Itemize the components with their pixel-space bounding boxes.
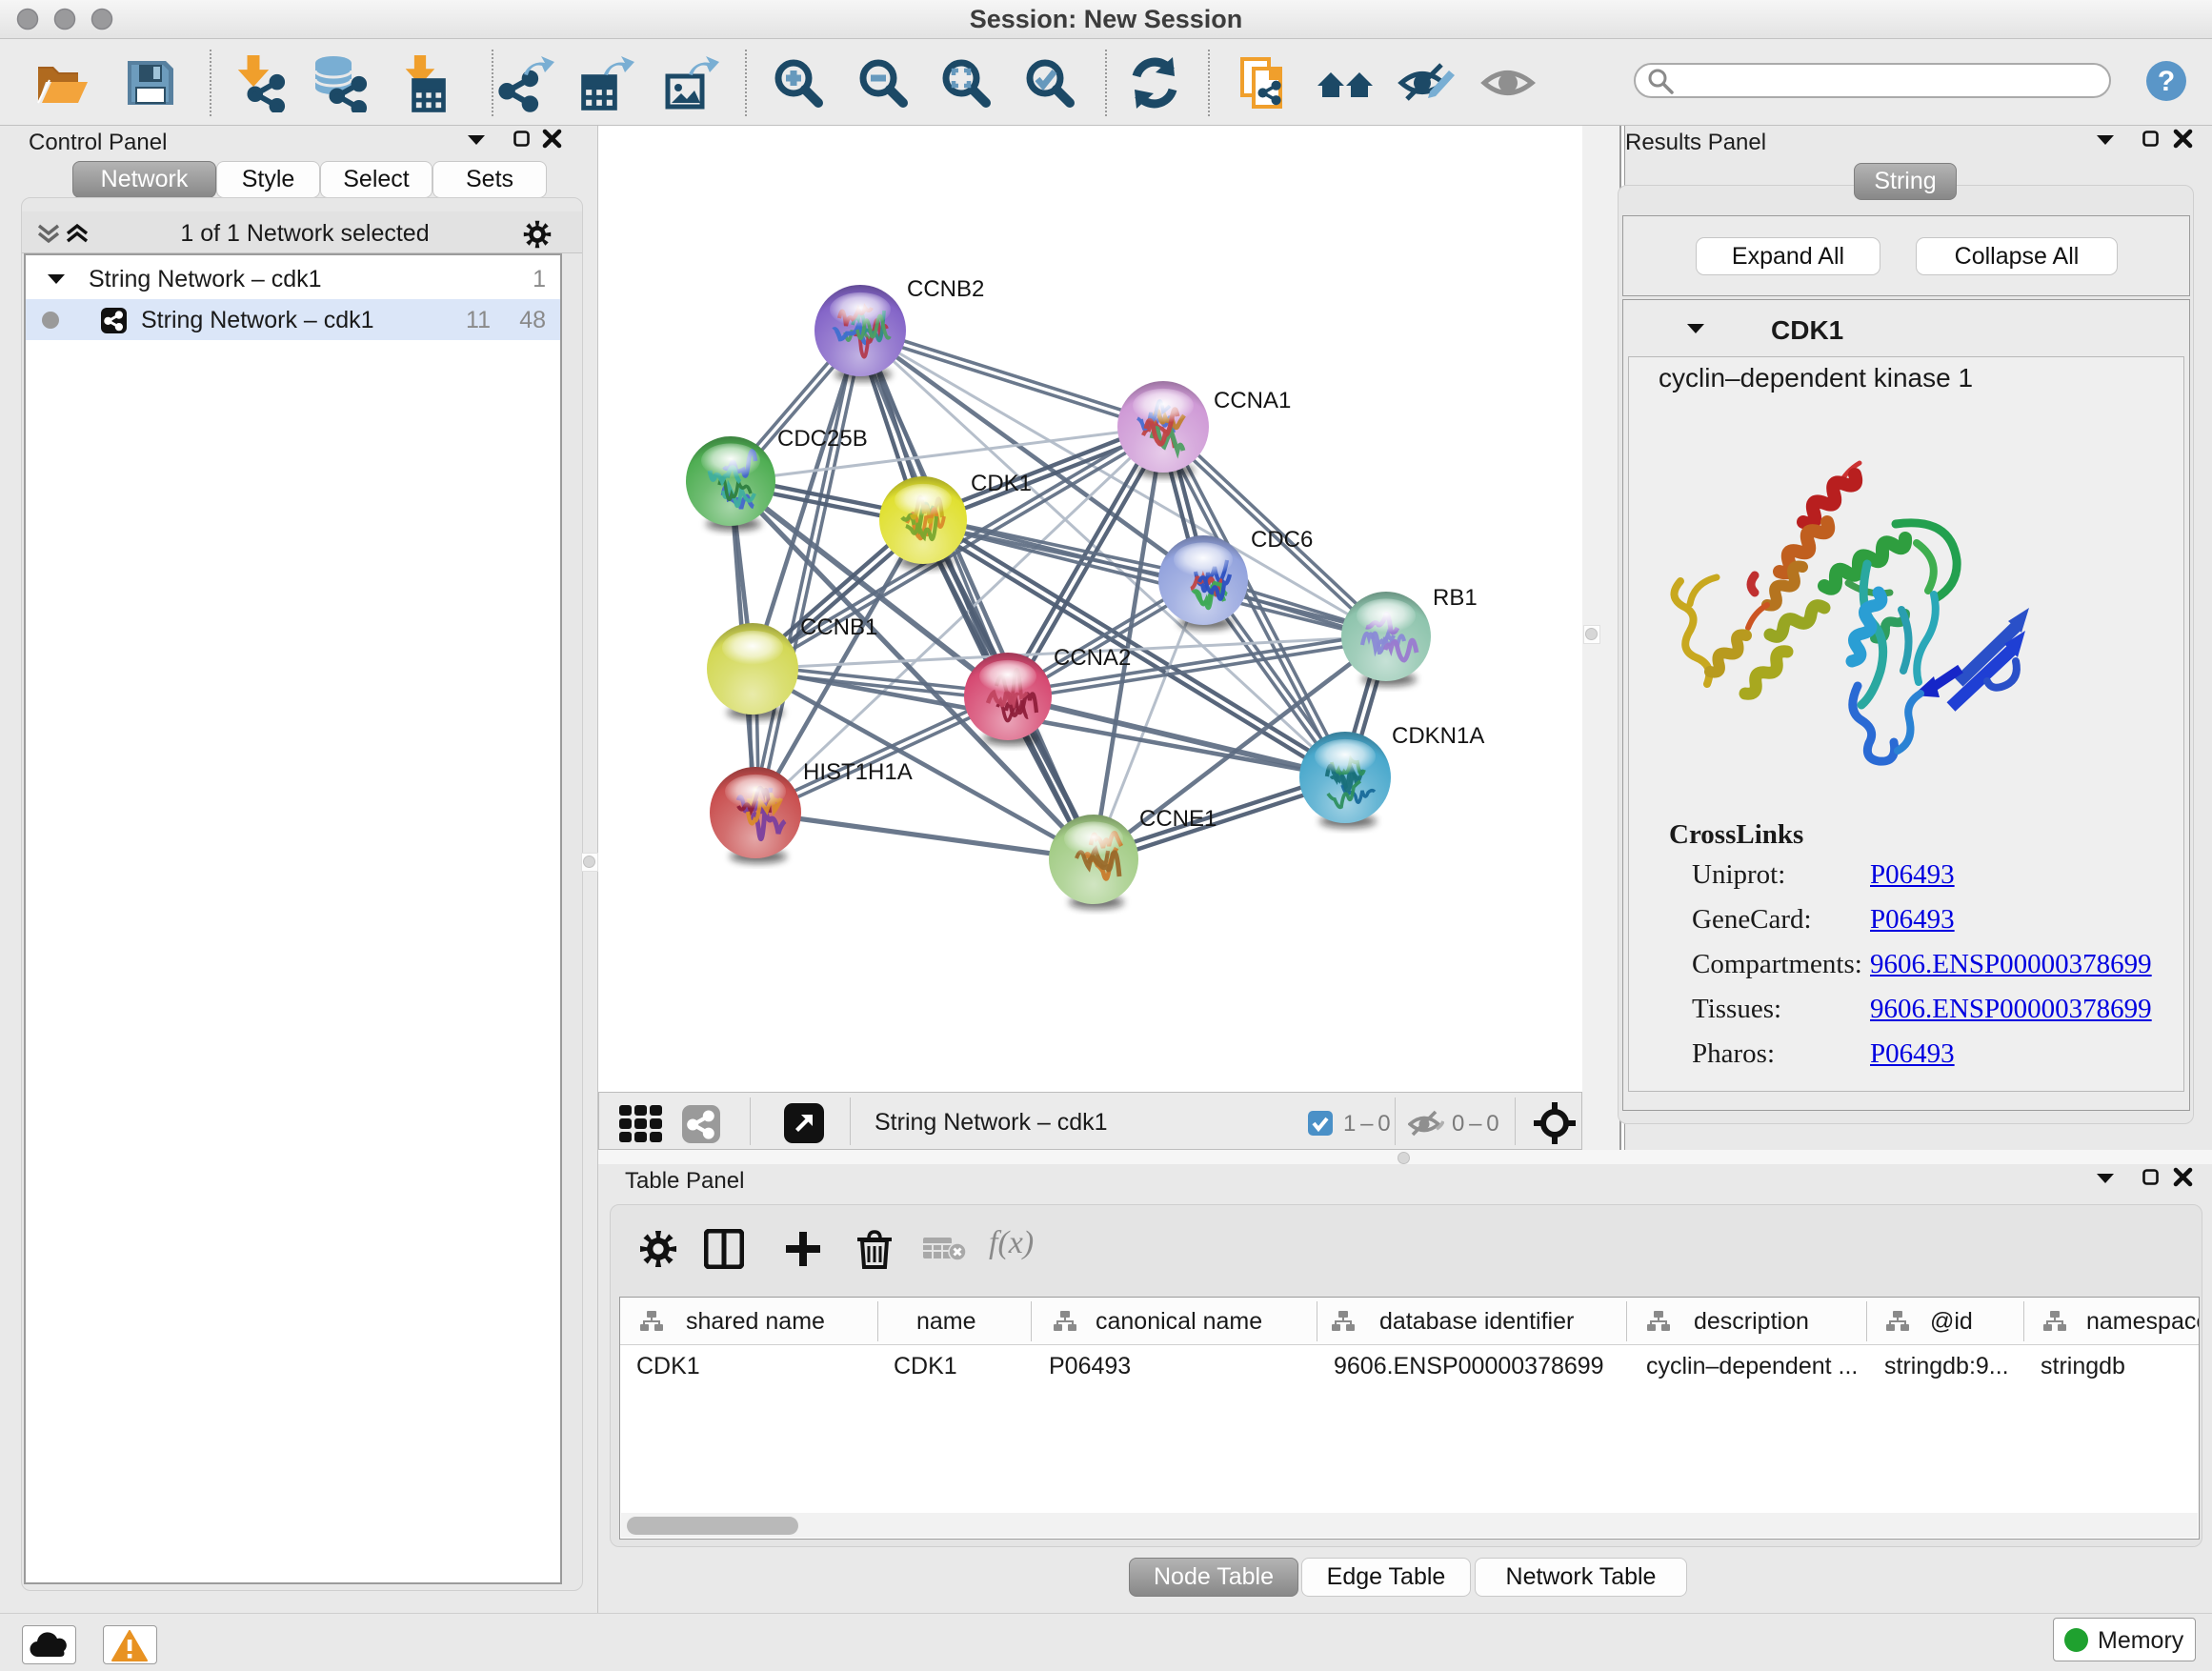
svg-text:CCNE1: CCNE1 <box>1139 806 1217 832</box>
svg-text:CDC6: CDC6 <box>1251 527 1313 553</box>
svg-text:CCNB1: CCNB1 <box>800 614 877 640</box>
svg-text:CDK1: CDK1 <box>971 471 1032 496</box>
svg-text:CCNA2: CCNA2 <box>1054 645 1131 671</box>
svg-text:CDKN1A: CDKN1A <box>1392 723 1484 749</box>
svg-text:HIST1H1A: HIST1H1A <box>803 759 913 785</box>
svg-text:CCNA1: CCNA1 <box>1214 388 1291 413</box>
svg-text:CCNB2: CCNB2 <box>907 276 984 302</box>
svg-text:RB1: RB1 <box>1433 585 1478 611</box>
svg-text:CDC25B: CDC25B <box>777 426 868 452</box>
svg-text:?: ? <box>2158 66 2175 97</box>
